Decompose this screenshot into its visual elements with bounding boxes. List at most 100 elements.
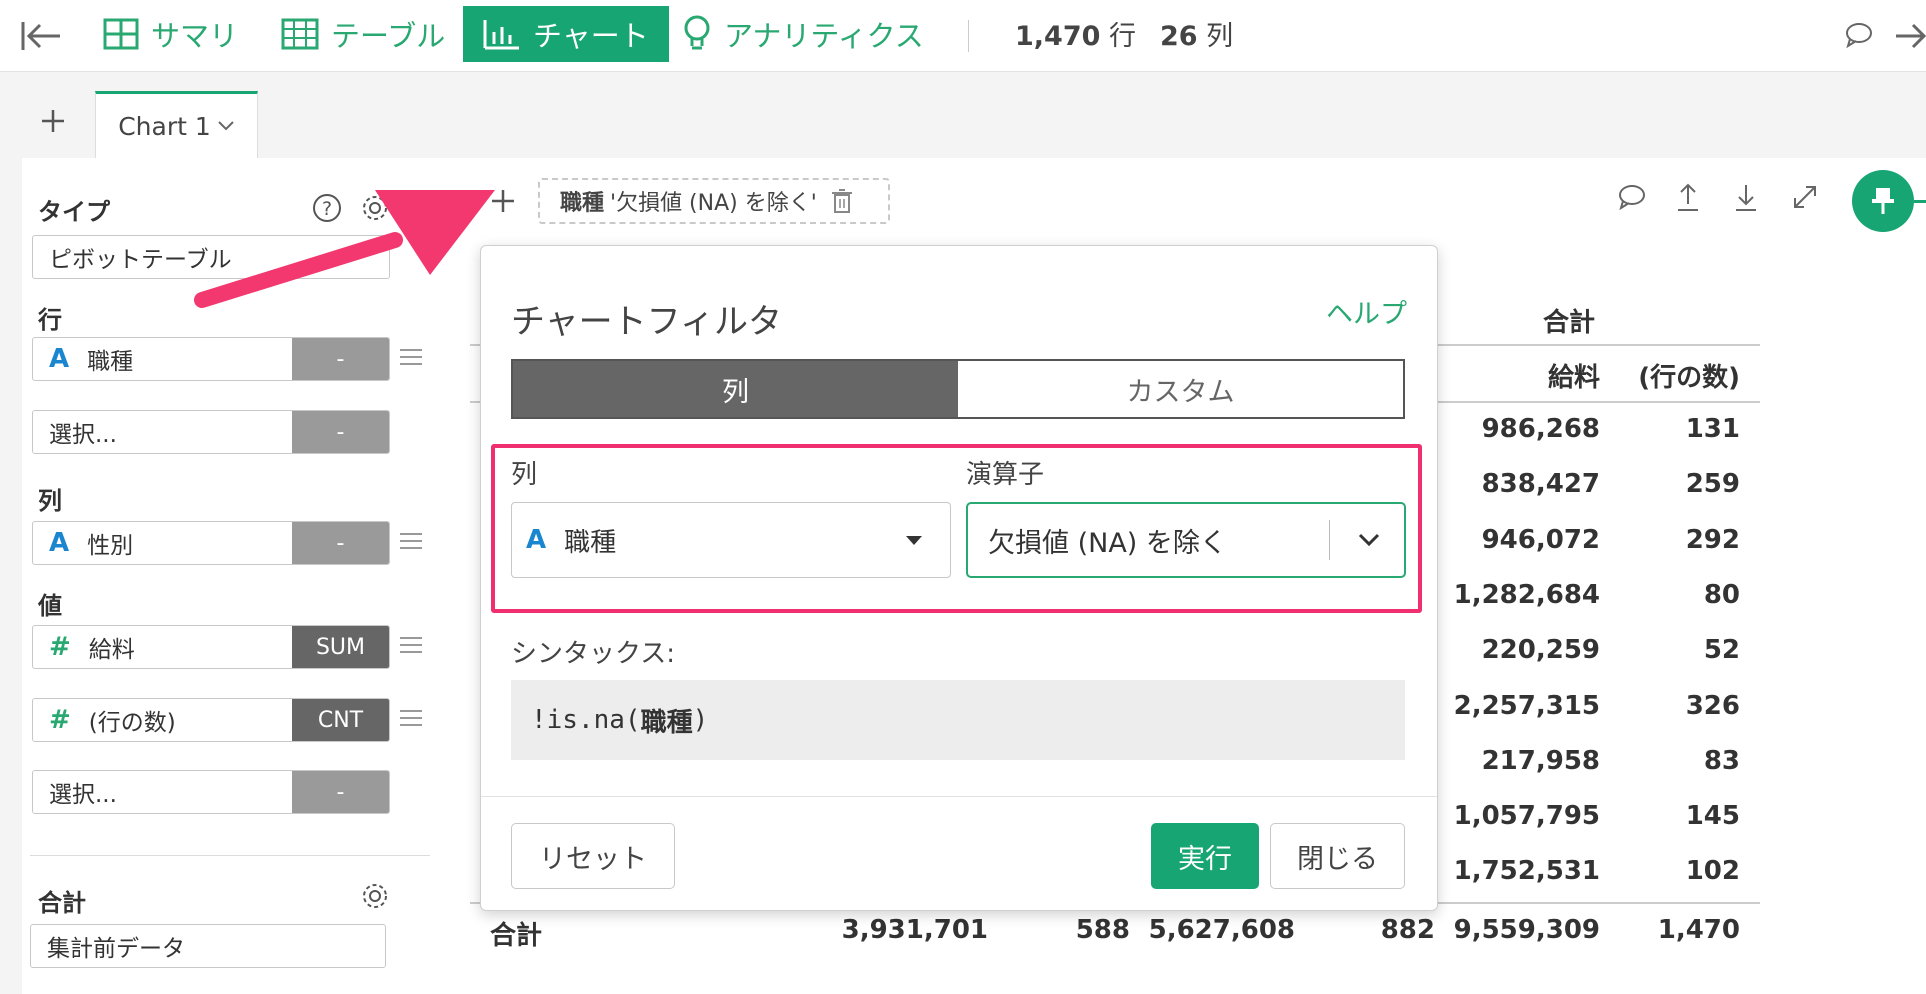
operator-dropdown-value: 欠損値 (NA) を除く (988, 527, 1227, 559)
table-cell-salary: 2,257,315 (1453, 690, 1600, 721)
operator-dropdown[interactable]: 欠損値 (NA) を除く (966, 502, 1406, 578)
cols-field-gender[interactable]: A 性別 - (32, 521, 390, 565)
table-total-cell: 1,470 (1657, 915, 1740, 945)
lightbulb-icon (684, 15, 710, 50)
table-total-cell: 588 (1075, 915, 1130, 945)
table-cell-count: 83 (1703, 745, 1740, 776)
table-cell-salary: 946,072 (1481, 524, 1600, 555)
summary-tab-button[interactable]: サマリ (103, 6, 238, 62)
toolbar-divider (968, 20, 969, 52)
column-dropdown[interactable]: A 職種 (511, 502, 951, 578)
bar-chart-icon (483, 20, 519, 50)
numeric-type-icon: # (49, 632, 71, 662)
column-count: 26 列 (1160, 21, 1234, 52)
close-button[interactable]: 閉じる (1270, 823, 1405, 889)
tab-chart-1-label: Chart 1 (118, 111, 211, 141)
download-icon[interactable] (1734, 182, 1758, 216)
tab-chart-1[interactable]: Chart 1 (95, 91, 258, 158)
cols-field-agg[interactable]: - (292, 522, 389, 564)
table-tab-button[interactable]: テーブル (281, 6, 445, 62)
rows-field-agg[interactable]: - (292, 338, 389, 380)
chart-tab-button[interactable]: チャート (463, 6, 669, 62)
expand-right-icon[interactable] (1894, 20, 1926, 56)
summary-grid-icon (103, 18, 139, 50)
total-label: 合計 (38, 889, 86, 917)
syntax-suffix: ) (692, 705, 709, 735)
cols-field-name: 性別 (87, 533, 134, 559)
chevron-down-icon (1358, 533, 1380, 547)
filter-chip[interactable]: 職種 '欠損値 (NA) を除く' (538, 178, 890, 224)
filter-chip-column: 職種 (560, 191, 605, 216)
columns-label: 列 (38, 487, 62, 515)
table-cell-count: 145 (1685, 801, 1740, 832)
pin-button[interactable] (1852, 170, 1914, 232)
table-cell-salary: 838,427 (1481, 469, 1600, 500)
table-grid-icon (281, 18, 319, 50)
value1-agg[interactable]: SUM (292, 626, 389, 668)
values-label: 値 (38, 592, 62, 620)
total-select[interactable]: 集計前データ (30, 924, 386, 968)
total-select-value: 集計前データ (47, 936, 185, 962)
syntax-column: 職種 (640, 707, 693, 738)
table-col-count: (行の数) (1638, 363, 1740, 393)
top-toolbar: サマリ テーブル チャート アナリティクス 1,470 行 26 列 (0, 0, 1926, 72)
chart-comment-icon[interactable] (1618, 184, 1646, 214)
rows-field-name: 職種 (87, 349, 134, 375)
mode-column-tab[interactable]: 列 (513, 361, 958, 417)
syntax-prefix: !is.na( (531, 705, 641, 735)
chart-label: チャート (533, 19, 649, 53)
column-label: 列 (511, 460, 538, 490)
rows-field-job[interactable]: A 職種 - (32, 337, 390, 381)
help-link[interactable]: ヘルプ (1326, 292, 1407, 331)
caret-down-icon (906, 536, 922, 545)
dropdown-separator (1329, 520, 1330, 560)
table-cell-count: 259 (1685, 469, 1740, 500)
table-cell-salary: 217,958 (1481, 745, 1600, 776)
drag-handle-icon[interactable] (400, 349, 422, 370)
panel-divider (30, 855, 430, 856)
filter-chip-condition: '欠損値 (NA) を除く' (610, 191, 817, 216)
string-type-icon: A (526, 525, 547, 555)
run-button[interactable]: 実行 (1151, 823, 1259, 889)
values-select-field[interactable]: 選択... - (32, 770, 390, 814)
reset-button[interactable]: リセット (511, 823, 675, 889)
chevron-down-icon[interactable] (217, 120, 235, 132)
table-header-total: 合計 (1543, 308, 1596, 338)
syntax-label: シンタックス: (511, 639, 675, 669)
value2-agg[interactable]: CNT (292, 699, 389, 741)
rows-select-field[interactable]: 選択... - (32, 410, 390, 454)
upload-icon[interactable] (1676, 182, 1700, 216)
total-gear-icon[interactable] (360, 881, 390, 915)
analytics-tab-button[interactable]: アナリティクス (682, 6, 924, 62)
drag-handle-icon[interactable] (400, 533, 422, 554)
comment-icon[interactable] (1845, 22, 1873, 52)
mode-custom-tab[interactable]: カスタム (958, 361, 1403, 417)
table-cell-count: 52 (1703, 635, 1740, 666)
table-cell-count: 131 (1685, 414, 1740, 444)
summary-label: サマリ (151, 19, 239, 53)
syntax-preview: !is.na(職種) (511, 680, 1405, 760)
filter-mode-toggle: 列 カスタム (511, 359, 1405, 419)
table-label: テーブル (331, 19, 446, 53)
rows-select-agg[interactable]: - (292, 411, 389, 453)
table-total-cell: 882 (1380, 915, 1435, 945)
values-select-agg[interactable]: - (292, 771, 389, 813)
annotation-arrow (194, 190, 495, 308)
drag-handle-icon[interactable] (400, 710, 422, 731)
value-field-count[interactable]: # (行の数) CNT (32, 698, 390, 742)
values-select-placeholder: 選択... (49, 782, 117, 808)
left-gutter (0, 158, 22, 994)
add-chart-tab-icon[interactable] (40, 108, 66, 138)
collapse-left-icon[interactable] (20, 20, 62, 56)
value-field-salary[interactable]: # 給料 SUM (32, 625, 390, 669)
table-col-salary: 給料 (1547, 363, 1600, 393)
trash-icon[interactable] (831, 188, 853, 214)
table-cell-salary: 220,259 (1481, 635, 1600, 666)
table-cell-count: 292 (1685, 524, 1740, 555)
drag-handle-icon[interactable] (400, 637, 422, 658)
fullscreen-icon[interactable] (1792, 184, 1818, 214)
pin-icon (1872, 188, 1894, 214)
value2-field-name: (行の数) (88, 710, 176, 736)
chart-tabs-bar: Chart 1 (0, 72, 1926, 158)
numeric-type-icon: # (49, 705, 71, 735)
